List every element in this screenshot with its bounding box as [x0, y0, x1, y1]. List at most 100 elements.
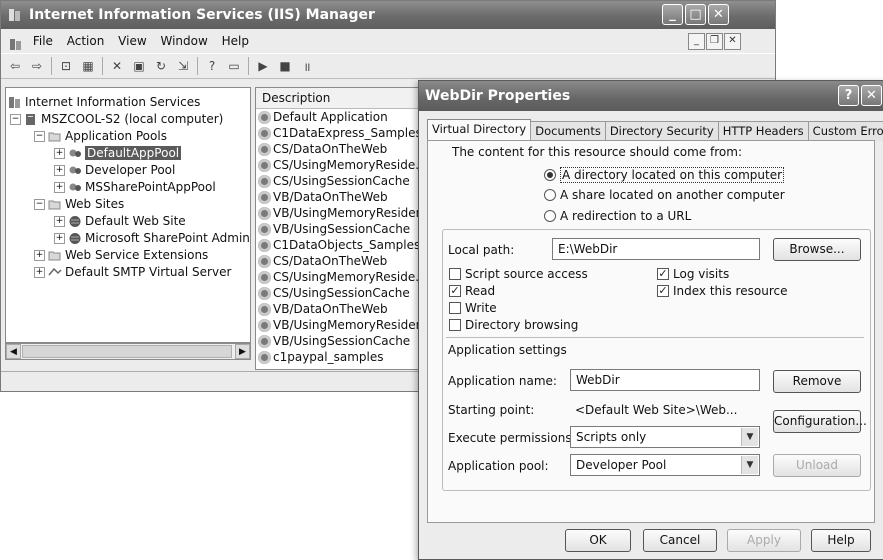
checkbox-box[interactable] — [449, 302, 461, 314]
tab-custom-errors[interactable]: Custom Errors — [807, 121, 883, 141]
list-item[interactable]: CS/UsingSessionCache — [256, 173, 424, 189]
scroll-thumb[interactable] — [22, 345, 232, 358]
mdi-minimize-button[interactable]: _ — [688, 33, 705, 50]
menu-help[interactable]: Help — [222, 34, 249, 48]
radio-local-directory[interactable]: A directory located on this computer — [544, 167, 785, 183]
checkmark-icon[interactable]: ✓ — [657, 285, 669, 297]
scroll-left-icon[interactable]: ◀ — [6, 344, 21, 359]
radio-network-share[interactable]: A share located on another computer — [544, 188, 785, 202]
tree-web-sites[interactable]: − Web Sites — [34, 196, 124, 213]
chevron-down-icon[interactable]: ▼ — [741, 428, 758, 446]
column-header-description[interactable]: Description — [256, 88, 424, 109]
tree-site-sharepoint[interactable]: + Microsoft SharePoint Administr — [54, 230, 250, 247]
tab-virtual-directory[interactable]: Virtual Directory — [427, 119, 532, 141]
pause-icon[interactable]: ॥ — [299, 58, 315, 74]
checkbox-box[interactable] — [449, 319, 461, 331]
tree-horizontal-scrollbar[interactable]: ◀ ▶ — [5, 343, 251, 360]
checkmark-icon[interactable]: ✓ — [657, 268, 669, 280]
application-pool-select[interactable]: Developer Pool ▼ — [570, 454, 760, 476]
close-button[interactable]: ✕ — [708, 4, 729, 25]
tab-http-headers[interactable]: HTTP Headers — [717, 121, 809, 141]
expand-icon[interactable]: + — [34, 267, 45, 278]
up-folder-icon[interactable]: ⊡ — [58, 58, 74, 74]
checkbox-script-source[interactable]: Script source access — [449, 267, 588, 281]
collapse-icon[interactable]: − — [34, 199, 45, 210]
tab-documents[interactable]: Documents — [530, 121, 606, 141]
checkmark-icon[interactable]: ✓ — [449, 285, 461, 297]
help-button[interactable]: Help — [811, 529, 871, 552]
delete-icon[interactable]: ✕ — [109, 58, 125, 74]
tree-web-ext[interactable]: + Web Service Extensions — [34, 247, 208, 264]
back-arrow-icon[interactable]: ⇦ — [7, 58, 23, 74]
remove-button[interactable]: Remove — [773, 370, 861, 393]
collapse-icon[interactable]: − — [34, 131, 45, 142]
unload-button[interactable]: Unload — [773, 454, 861, 477]
mdi-close-button[interactable]: ✕ — [724, 33, 741, 50]
list-item[interactable]: VB/UsingSessionCache — [256, 333, 424, 349]
mdi-restore-button[interactable]: ❐ — [706, 33, 723, 50]
checkbox-log-visits[interactable]: ✓ Log visits — [657, 267, 729, 281]
apply-button[interactable]: Apply — [727, 529, 801, 552]
dialog-close-button[interactable]: ✕ — [861, 85, 882, 106]
browse-button[interactable]: Browse... — [773, 238, 861, 261]
tree-pool-default[interactable]: + DefaultAppPool — [54, 145, 182, 162]
radio-circle[interactable] — [544, 189, 556, 201]
tree-smtp[interactable]: + Default SMTP Virtual Server — [34, 264, 231, 281]
menu-file[interactable]: File — [33, 34, 53, 48]
list-item[interactable]: CS/DataOnTheWeb — [256, 253, 424, 269]
export-list-icon[interactable]: ⇲ — [175, 58, 191, 74]
radio-url-redirect[interactable]: A redirection to a URL — [544, 209, 691, 223]
chevron-down-icon[interactable]: ▼ — [741, 456, 758, 474]
list-item[interactable]: VB/DataOnTheWeb — [256, 189, 424, 205]
expand-icon[interactable]: + — [54, 233, 65, 244]
expand-icon[interactable]: + — [54, 165, 65, 176]
list-item[interactable]: Default Application — [256, 109, 424, 125]
cancel-button[interactable]: Cancel — [643, 529, 717, 552]
tree-pool-sharepoint[interactable]: + MSSharePointAppPool — [54, 179, 216, 196]
list-item[interactable]: CS/UsingMemoryReside... — [256, 157, 424, 173]
collapse-icon[interactable]: − — [10, 114, 21, 125]
list-item[interactable]: CS/UsingMemoryReside... — [256, 269, 424, 285]
tree-pool-developer[interactable]: + Developer Pool — [54, 162, 175, 179]
refresh-icon[interactable]: ↻ — [153, 58, 169, 74]
list-item[interactable]: CS/UsingSessionCache — [256, 285, 424, 301]
properties-icon[interactable]: ▣ — [131, 58, 147, 74]
list-item[interactable]: C1DataExpress_Samples — [256, 125, 424, 141]
stop-icon[interactable]: ■ — [277, 58, 293, 74]
ok-button[interactable]: OK — [565, 529, 631, 552]
menu-action[interactable]: Action — [67, 34, 105, 48]
expand-icon[interactable]: + — [54, 216, 65, 227]
checkbox-directory-browsing[interactable]: Directory browsing — [449, 318, 578, 332]
list-item[interactable]: VB/UsingMemoryResident — [256, 317, 424, 333]
checkbox-box[interactable] — [449, 268, 461, 280]
forward-arrow-icon[interactable]: ⇨ — [29, 58, 45, 74]
radio-circle[interactable] — [544, 210, 556, 222]
checkbox-read[interactable]: ✓ Read — [449, 284, 495, 298]
radio-circle[interactable] — [544, 169, 556, 181]
menu-view[interactable]: View — [118, 34, 146, 48]
tree-site-default[interactable]: + Default Web Site — [54, 213, 186, 230]
help-icon[interactable]: ? — [204, 58, 220, 74]
configuration-button[interactable]: Configuration... — [773, 410, 867, 433]
list-item[interactable]: CS/DataOnTheWeb — [256, 141, 424, 157]
list-item[interactable]: VB/DataOnTheWeb — [256, 301, 424, 317]
scroll-right-icon[interactable]: ▶ — [235, 344, 250, 359]
execute-permissions-select[interactable]: Scripts only ▼ — [570, 426, 760, 448]
list-item[interactable]: VB/UsingMemoryResident — [256, 205, 424, 221]
computer-icon[interactable]: ▭ — [226, 58, 242, 74]
list-item[interactable]: c1paypal_samples — [256, 349, 424, 365]
checkbox-index-resource[interactable]: ✓ Index this resource — [657, 284, 787, 298]
tab-directory-security[interactable]: Directory Security — [604, 121, 719, 141]
menu-window[interactable]: Window — [160, 34, 207, 48]
list-pane[interactable]: Description Default Application C1DataExp… — [255, 87, 425, 370]
tree-server[interactable]: − MSZCOOL-S2 (local computer) — [10, 111, 223, 128]
list-item[interactable]: C1DataObjects_Samples — [256, 237, 424, 253]
expand-icon[interactable]: + — [54, 148, 65, 159]
tree-root[interactable]: Internet Information Services — [8, 94, 200, 111]
show-tree-icon[interactable]: ▦ — [80, 58, 96, 74]
list-item[interactable]: VB/UsingSessionCache — [256, 221, 424, 237]
tree-pane[interactable]: Internet Information Services − MSZCOOL-S… — [5, 87, 251, 343]
checkbox-write[interactable]: Write — [449, 301, 497, 315]
expand-icon[interactable]: + — [34, 250, 45, 261]
play-icon[interactable]: ▶ — [255, 58, 271, 74]
